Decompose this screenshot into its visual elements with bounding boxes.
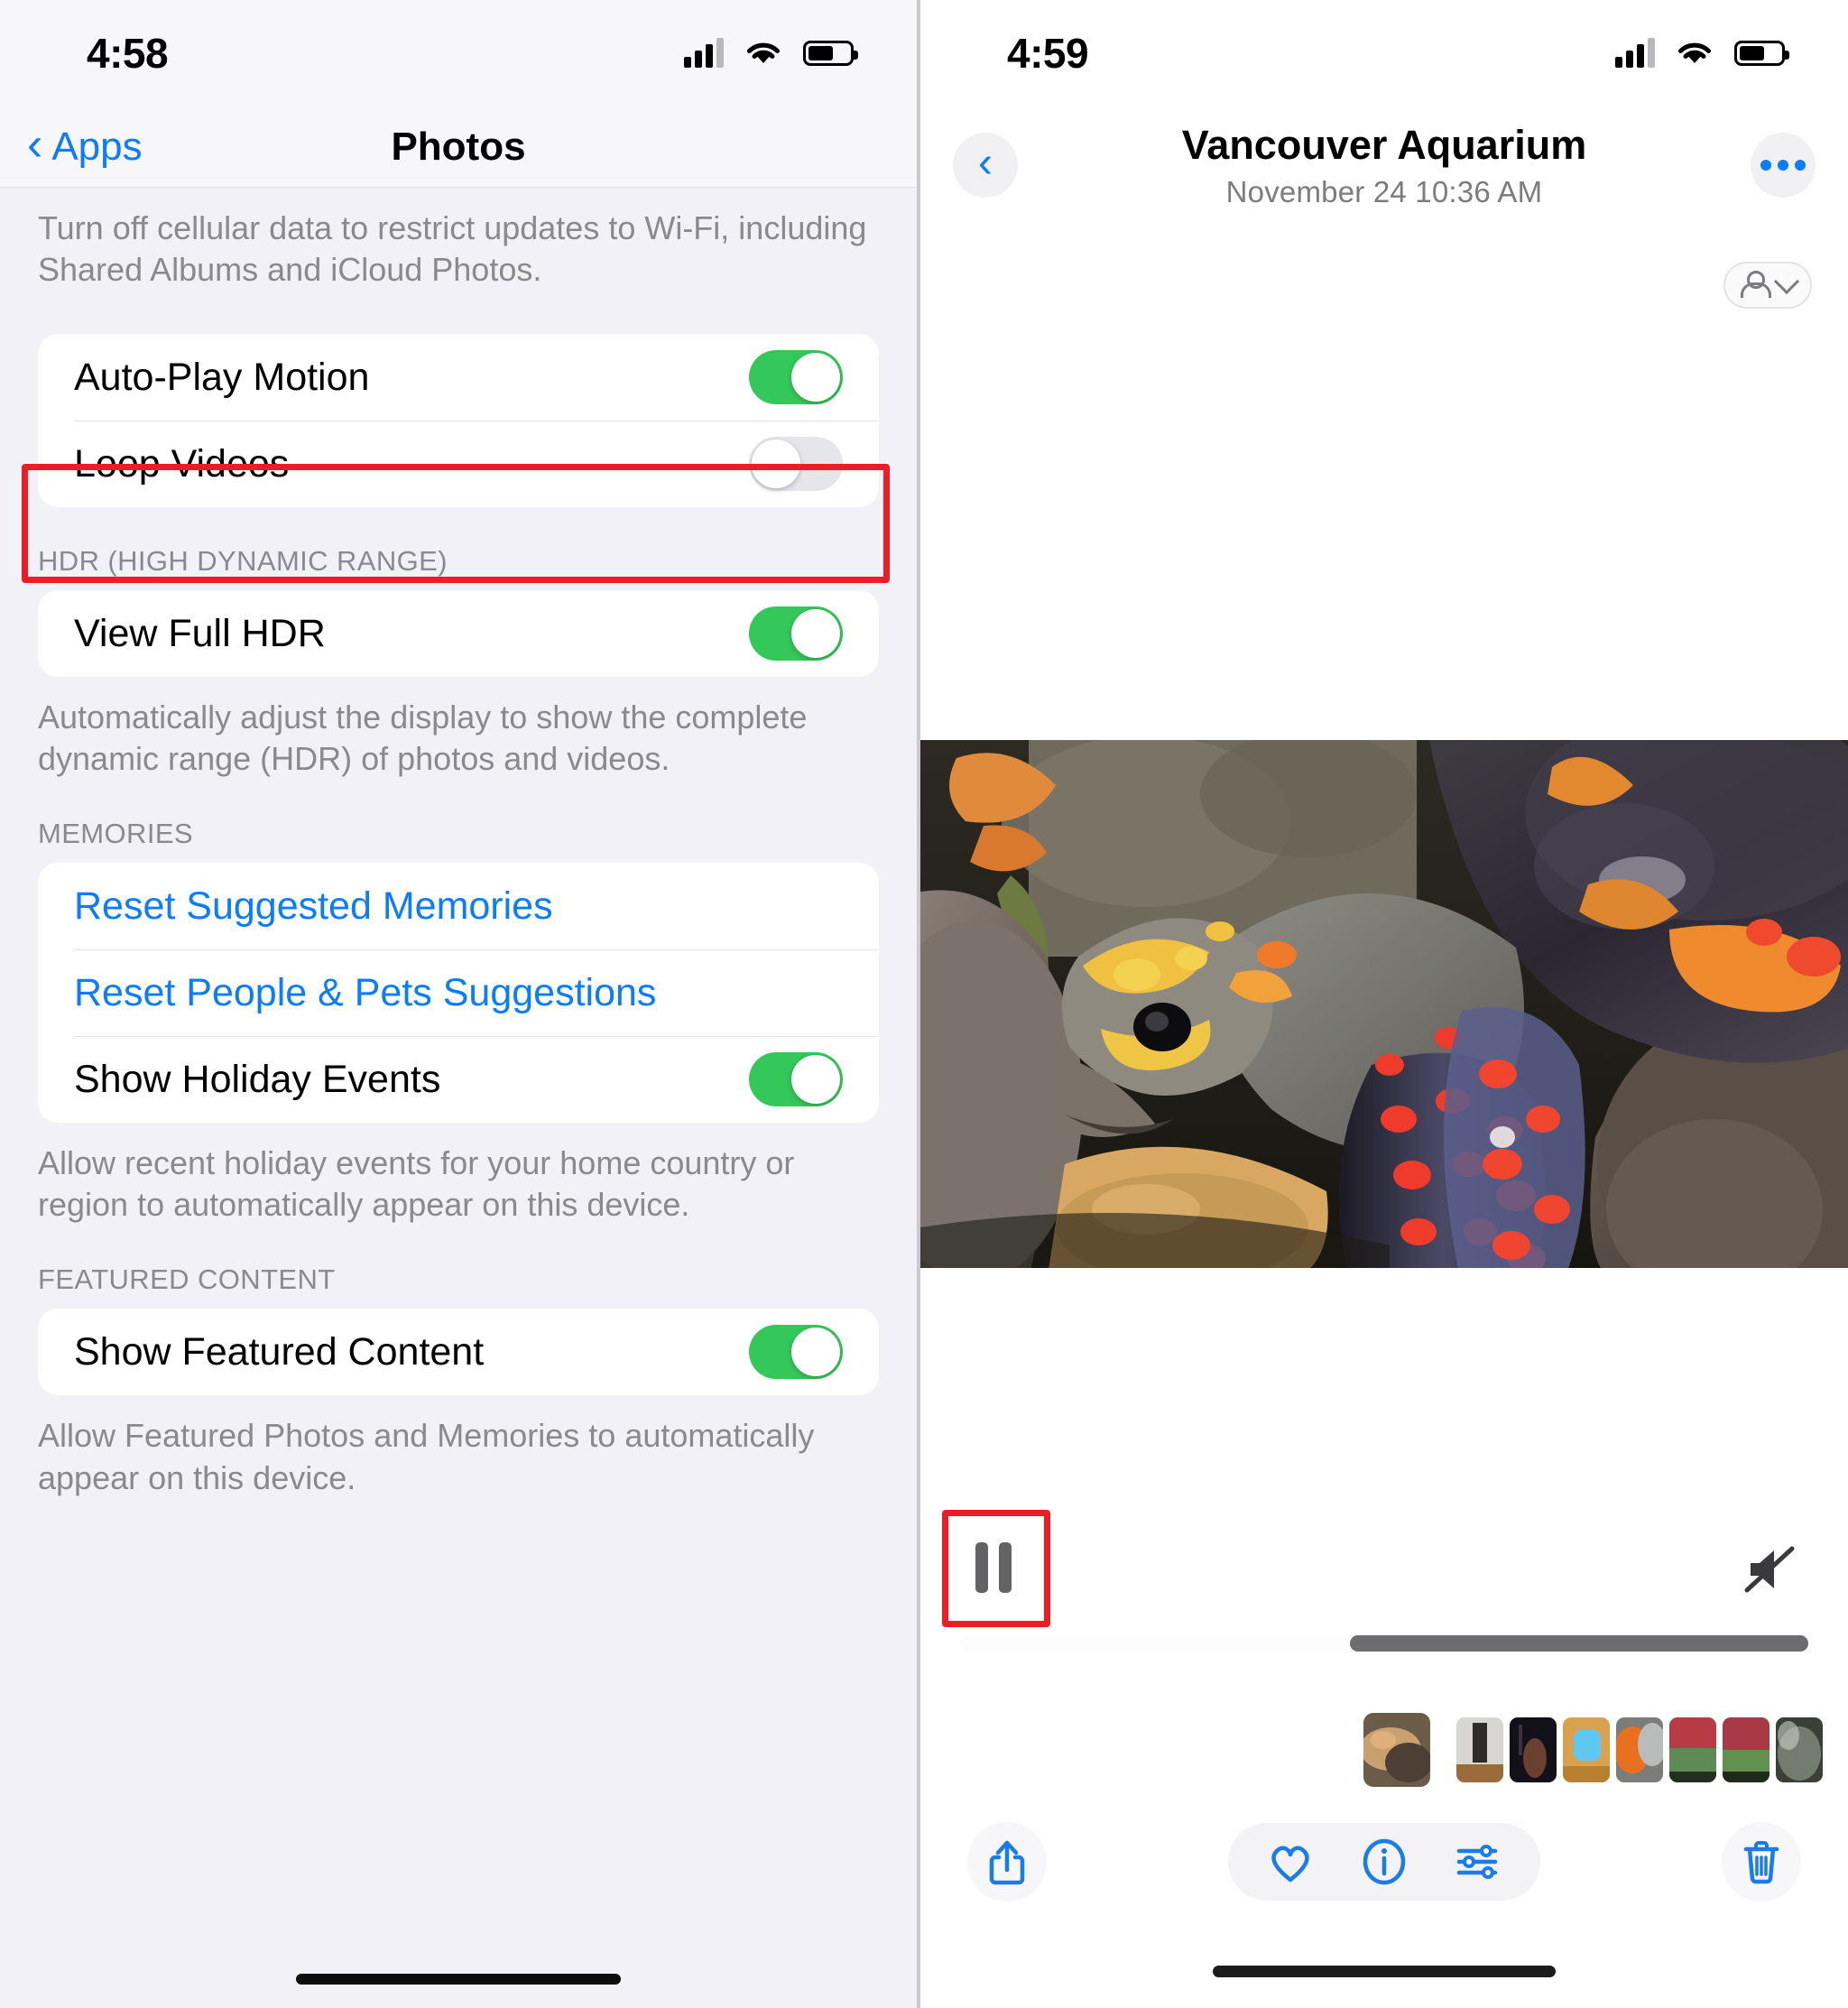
toggle-knob [752, 440, 800, 489]
filmstrip-thumbnail[interactable] [1723, 1717, 1769, 1782]
tortoise-photo [920, 740, 1848, 1268]
video-scrubber[interactable] [960, 1635, 1808, 1652]
filmstrip-thumbnail[interactable] [1563, 1717, 1610, 1782]
pause-icon-bar [975, 1542, 988, 1593]
status-icons [1615, 38, 1789, 68]
people-filter-chip[interactable] [1723, 262, 1812, 309]
view-full-hdr-toggle[interactable] [749, 606, 843, 662]
toggle-knob [791, 353, 840, 403]
hdr-group-header: HDR (HIGH DYNAMIC RANGE) [38, 545, 448, 578]
status-time: 4:58 [87, 30, 169, 77]
memories-group-header: MEMORIES [38, 818, 193, 850]
row-auto-play-motion[interactable]: Auto-Play Motion [38, 334, 879, 421]
cellular-footnote: Turn off cellular data to restrict updat… [38, 209, 867, 289]
dual-phone-screenshot: 4:58 ‹ Apps Photos Turn off cellular dat… [0, 0, 1848, 2008]
playback-settings-card: Auto-Play Motion Loop Videos [38, 334, 879, 508]
featured-content-card: Show Featured Content [38, 1309, 879, 1396]
status-bar-left: 4:58 [0, 0, 917, 106]
cellular-bars-icon [1615, 38, 1655, 68]
favorite-button[interactable] [1264, 1836, 1317, 1888]
ellipsis-icon [1760, 160, 1806, 171]
battery-icon [1734, 41, 1789, 66]
row-label: Loop Videos [74, 441, 290, 486]
video-playback-controls [920, 1525, 1848, 1652]
cellular-bars-icon [684, 38, 724, 68]
scrubber-progress [1350, 1635, 1808, 1652]
filmstrip-thumbnail[interactable] [1669, 1717, 1716, 1782]
row-label: Auto-Play Motion [74, 355, 370, 399]
auto-play-motion-toggle[interactable] [749, 350, 843, 405]
featured-content-group-header: FEATURED CONTENT [38, 1263, 336, 1296]
filmstrip-thumbnail[interactable] [1363, 1713, 1430, 1787]
info-icon [1363, 1838, 1406, 1885]
row-show-holiday-events[interactable]: Show Holiday Events [38, 1036, 879, 1123]
row-label: Show Holiday Events [74, 1057, 441, 1101]
back-label: Apps [51, 124, 143, 169]
pause-icon-bar [999, 1542, 1012, 1593]
pause-button[interactable] [967, 1540, 1020, 1596]
row-label: Reset People & Pets Suggestions [74, 970, 657, 1014]
featured-content-footnote: Allow Featured Photos and Memories to au… [38, 1417, 815, 1496]
show-holiday-events-toggle[interactable] [749, 1052, 843, 1107]
toggle-knob [791, 1328, 840, 1377]
status-icons [684, 38, 858, 68]
row-label: View Full HDR [74, 611, 326, 655]
chevron-left-icon: ‹ [27, 117, 43, 171]
status-bar-right: 4:59 [920, 0, 1848, 106]
filmstrip-thumbnail[interactable] [1616, 1717, 1663, 1782]
more-options-button[interactable] [1751, 133, 1816, 198]
row-loop-videos[interactable]: Loop Videos [38, 421, 879, 507]
status-time: 4:59 [1007, 30, 1089, 77]
photo-viewer-phone-screen: 4:59 ‹ Vancouver Aquarium November 24 10… [920, 0, 1848, 2008]
wifi-icon [747, 42, 780, 63]
battery-icon [803, 41, 858, 66]
row-label: Reset Suggested Memories [74, 884, 553, 928]
filmstrip-thumbnail[interactable] [1776, 1717, 1823, 1782]
delete-button[interactable] [1722, 1822, 1801, 1902]
photo-media-viewport[interactable] [920, 740, 1848, 1268]
filmstrip-thumbnail[interactable] [1456, 1717, 1503, 1782]
row-show-featured-content[interactable]: Show Featured Content [38, 1309, 879, 1395]
share-button[interactable] [967, 1822, 1047, 1902]
toggle-knob [791, 1055, 840, 1105]
photo-title-block: Vancouver Aquarium November 24 10:36 AM [920, 122, 1848, 209]
adjust-button[interactable] [1452, 1836, 1504, 1888]
show-featured-content-toggle[interactable] [749, 1325, 843, 1380]
settings-nav-bar: ‹ Apps Photos [0, 106, 917, 188]
photo-title: Vancouver Aquarium [1181, 121, 1587, 168]
loop-videos-toggle[interactable] [749, 437, 843, 492]
memories-settings-card: Reset Suggested Memories Reset People & … [38, 863, 879, 1124]
share-icon [989, 1840, 1025, 1885]
toggle-knob [791, 609, 840, 659]
adjustments-icon [1456, 1845, 1498, 1879]
trash-icon [1743, 1841, 1779, 1884]
memories-footnote: Allow recent holiday events for your hom… [38, 1144, 795, 1224]
hdr-footnote: Automatically adjust the display to show… [38, 699, 808, 778]
settings-phone-screen: 4:58 ‹ Apps Photos Turn off cellular dat… [0, 0, 920, 2008]
row-reset-suggested-memories[interactable]: Reset Suggested Memories [38, 863, 879, 949]
settings-list: Turn off cellular data to restrict updat… [0, 188, 917, 1499]
info-button[interactable] [1358, 1836, 1410, 1888]
row-reset-people-pets-suggestions[interactable]: Reset People & Pets Suggestions [38, 949, 879, 1036]
row-label: Show Featured Content [74, 1329, 485, 1374]
heart-icon [1271, 1846, 1309, 1883]
filmstrip-thumbnail[interactable] [1510, 1717, 1557, 1782]
photo-back-button[interactable]: ‹ [953, 133, 1018, 198]
back-to-apps-button[interactable]: ‹ Apps [27, 121, 143, 170]
wifi-icon [1678, 42, 1711, 63]
speaker-mute-icon[interactable] [1742, 1543, 1797, 1596]
photo-tools-group [1228, 1823, 1540, 1901]
chevron-down-icon [1773, 268, 1800, 295]
photo-action-toolbar [920, 1822, 1848, 1902]
home-indicator [296, 1974, 621, 1985]
photo-datetime: November 24 10:36 AM [1225, 174, 1543, 208]
hdr-settings-card: View Full HDR [38, 590, 879, 678]
photo-nav-bar: ‹ Vancouver Aquarium November 24 10:36 A… [920, 106, 1848, 224]
row-view-full-hdr[interactable]: View Full HDR [38, 590, 879, 677]
photo-filmstrip[interactable] [920, 1713, 1848, 1787]
chevron-left-icon: ‹ [978, 138, 993, 187]
home-indicator [1213, 1966, 1556, 1977]
person-icon [1740, 271, 1771, 300]
